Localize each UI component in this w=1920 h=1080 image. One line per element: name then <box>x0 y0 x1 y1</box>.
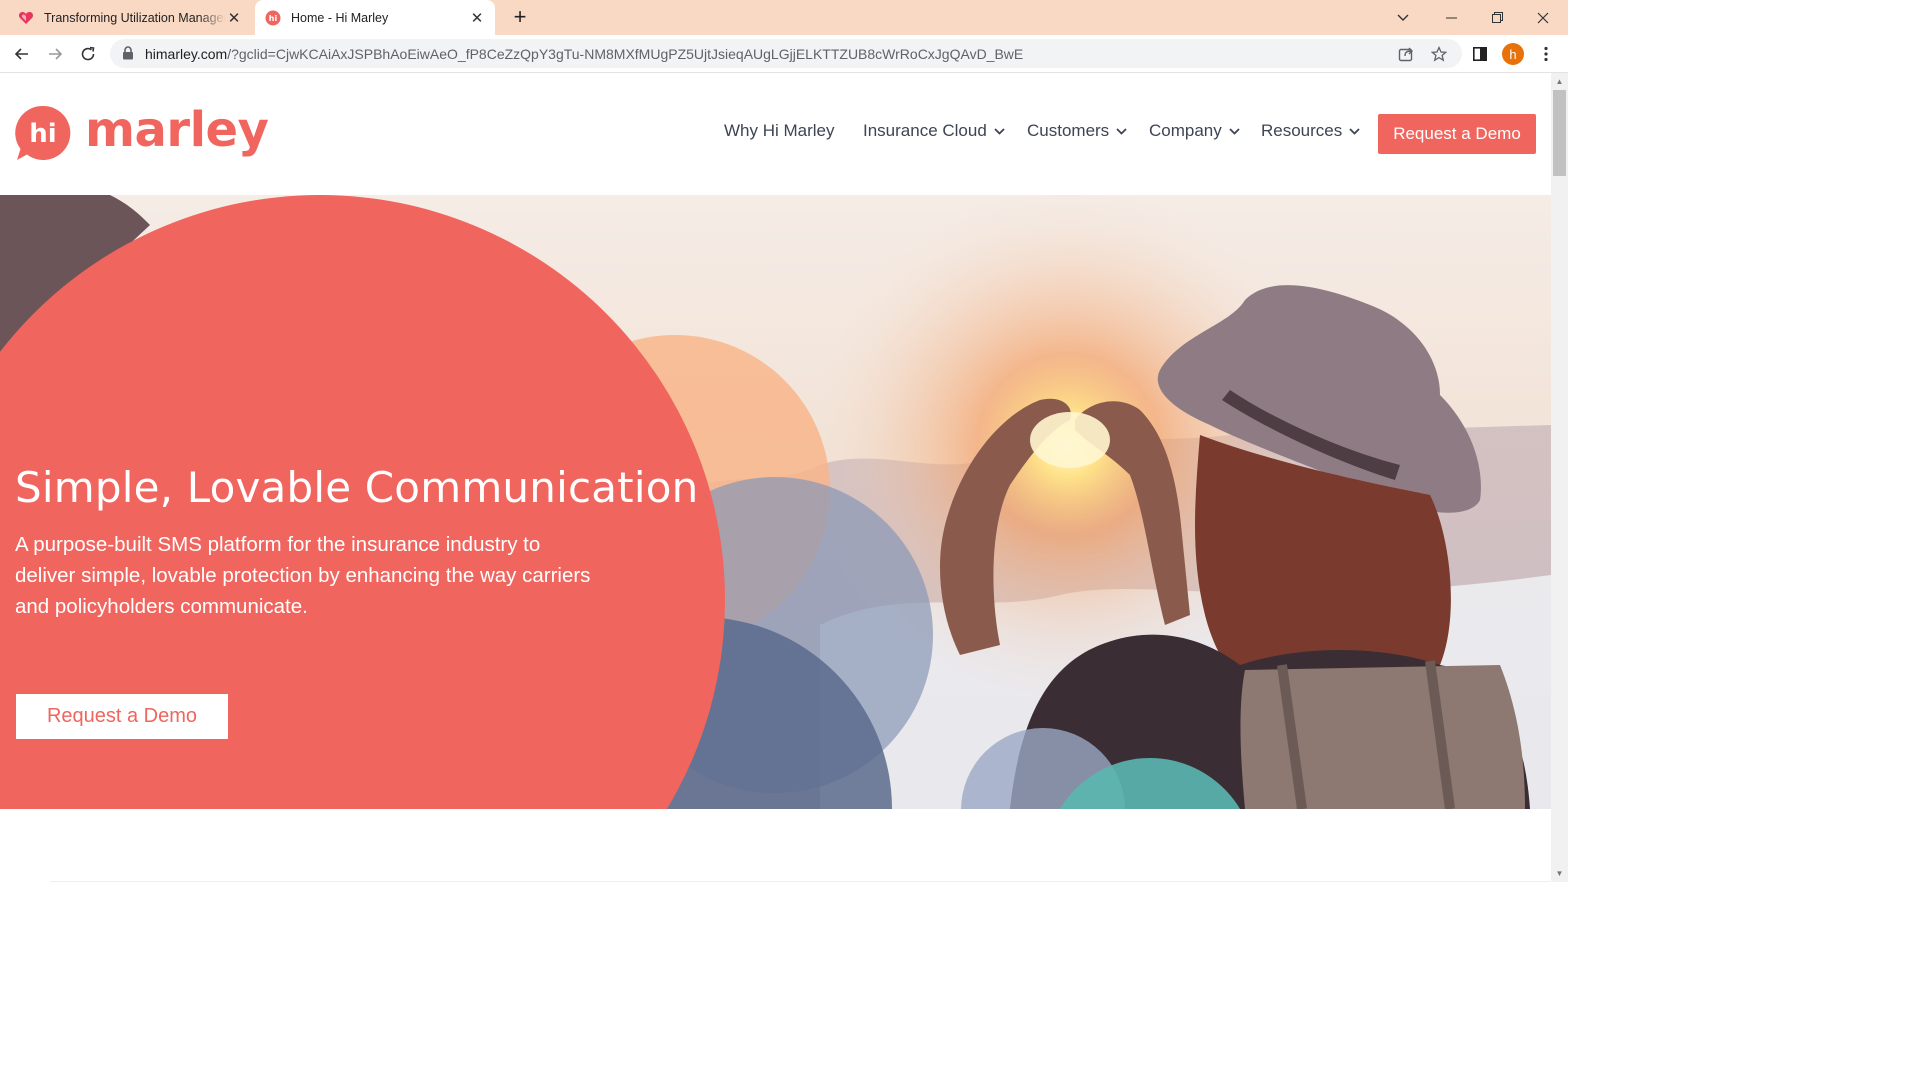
browser-toolbar: himarley.com/?gclid=CjwKCAiAxJSPBhAoEiwA… <box>0 35 1568 73</box>
nav-label: Resources <box>1261 121 1343 140</box>
page-scrollbar[interactable]: ▲ ▼ <box>1551 73 1568 882</box>
browser-tab-active[interactable]: hi Home - Hi Marley ✕ <box>255 0 495 35</box>
reload-icon[interactable] <box>74 40 102 68</box>
nav-customers[interactable]: Customers <box>1027 121 1127 141</box>
chevron-down-icon <box>1349 127 1360 135</box>
scroll-up-icon[interactable]: ▲ <box>1555 77 1564 86</box>
tab-search-icon[interactable] <box>1380 0 1426 35</box>
nav-label: Why Hi Marley <box>724 121 835 140</box>
request-demo-button[interactable]: Request a Demo <box>1378 114 1536 154</box>
hero-section: Simple, Lovable Communication A purpose-… <box>0 195 1551 809</box>
web-page: hi marley Why Hi Marley Insurance Cloud … <box>0 73 1551 882</box>
nav-insurance-cloud[interactable]: Insurance Cloud <box>863 121 1005 141</box>
nav-label: Customers <box>1027 121 1110 140</box>
url-text: himarley.com/?gclid=CjwKCAiAxJSPBhAoEiwA… <box>145 46 1024 62</box>
scrollbar-thumb[interactable] <box>1553 90 1566 176</box>
chevron-down-icon <box>1116 127 1127 135</box>
close-tab-icon[interactable]: ✕ <box>226 10 242 27</box>
close-tab-icon[interactable]: ✕ <box>469 10 485 27</box>
chevron-down-icon <box>1229 127 1240 135</box>
side-panel-icon[interactable] <box>1466 40 1494 68</box>
back-icon[interactable] <box>8 40 36 68</box>
hi-bubble-logo-icon: hi <box>15 105 71 161</box>
menu-kebab-icon[interactable] <box>1532 40 1560 68</box>
scroll-down-icon[interactable]: ▼ <box>1555 869 1564 878</box>
nav-company[interactable]: Company <box>1149 121 1240 141</box>
close-window-icon[interactable] <box>1520 0 1566 35</box>
heart-icon <box>18 10 34 26</box>
share-icon[interactable] <box>1397 45 1415 63</box>
logo-wordmark: marley <box>85 102 269 158</box>
profile-avatar[interactable]: h <box>1499 40 1527 68</box>
hero-description: A purpose-built SMS platform for the ins… <box>15 533 591 618</box>
hero-request-demo-button[interactable]: Request a Demo <box>16 694 228 739</box>
hi-marley-logo[interactable]: hi marley <box>15 102 269 161</box>
forward-icon[interactable] <box>41 40 69 68</box>
svg-text:hi: hi <box>29 119 56 149</box>
profile-initial: h <box>1502 43 1524 65</box>
browser-tab[interactable]: Transforming Utilization Management ✕ <box>8 0 252 35</box>
divider <box>50 881 1550 882</box>
bookmark-star-icon[interactable] <box>1430 45 1448 63</box>
restore-icon[interactable] <box>1474 0 1520 35</box>
hi-marley-icon: hi <box>265 10 281 26</box>
tab-title: Home - Hi Marley <box>291 10 389 25</box>
svg-text:hi: hi <box>269 14 278 23</box>
new-tab-icon[interactable]: + <box>508 6 532 30</box>
nav-resources[interactable]: Resources <box>1261 121 1360 141</box>
site-header: hi marley Why Hi Marley Insurance Cloud … <box>0 73 1551 195</box>
nav-label: Insurance Cloud <box>863 121 987 140</box>
lock-icon[interactable] <box>122 46 134 65</box>
chevron-down-icon <box>994 127 1005 135</box>
tab-title: Transforming Utilization Management <box>44 10 226 25</box>
below-hero-area <box>0 809 1551 882</box>
address-bar[interactable]: himarley.com/?gclid=CjwKCAiAxJSPBhAoEiwA… <box>110 39 1462 68</box>
nav-label: Company <box>1149 121 1222 140</box>
nav-why-hi-marley[interactable]: Why Hi Marley <box>724 121 835 141</box>
browser-tab-strip: Transforming Utilization Management ✕ hi… <box>0 0 1568 35</box>
minimize-icon[interactable] <box>1428 0 1474 35</box>
hero-title: Simple, Lovable Communication <box>15 463 699 512</box>
